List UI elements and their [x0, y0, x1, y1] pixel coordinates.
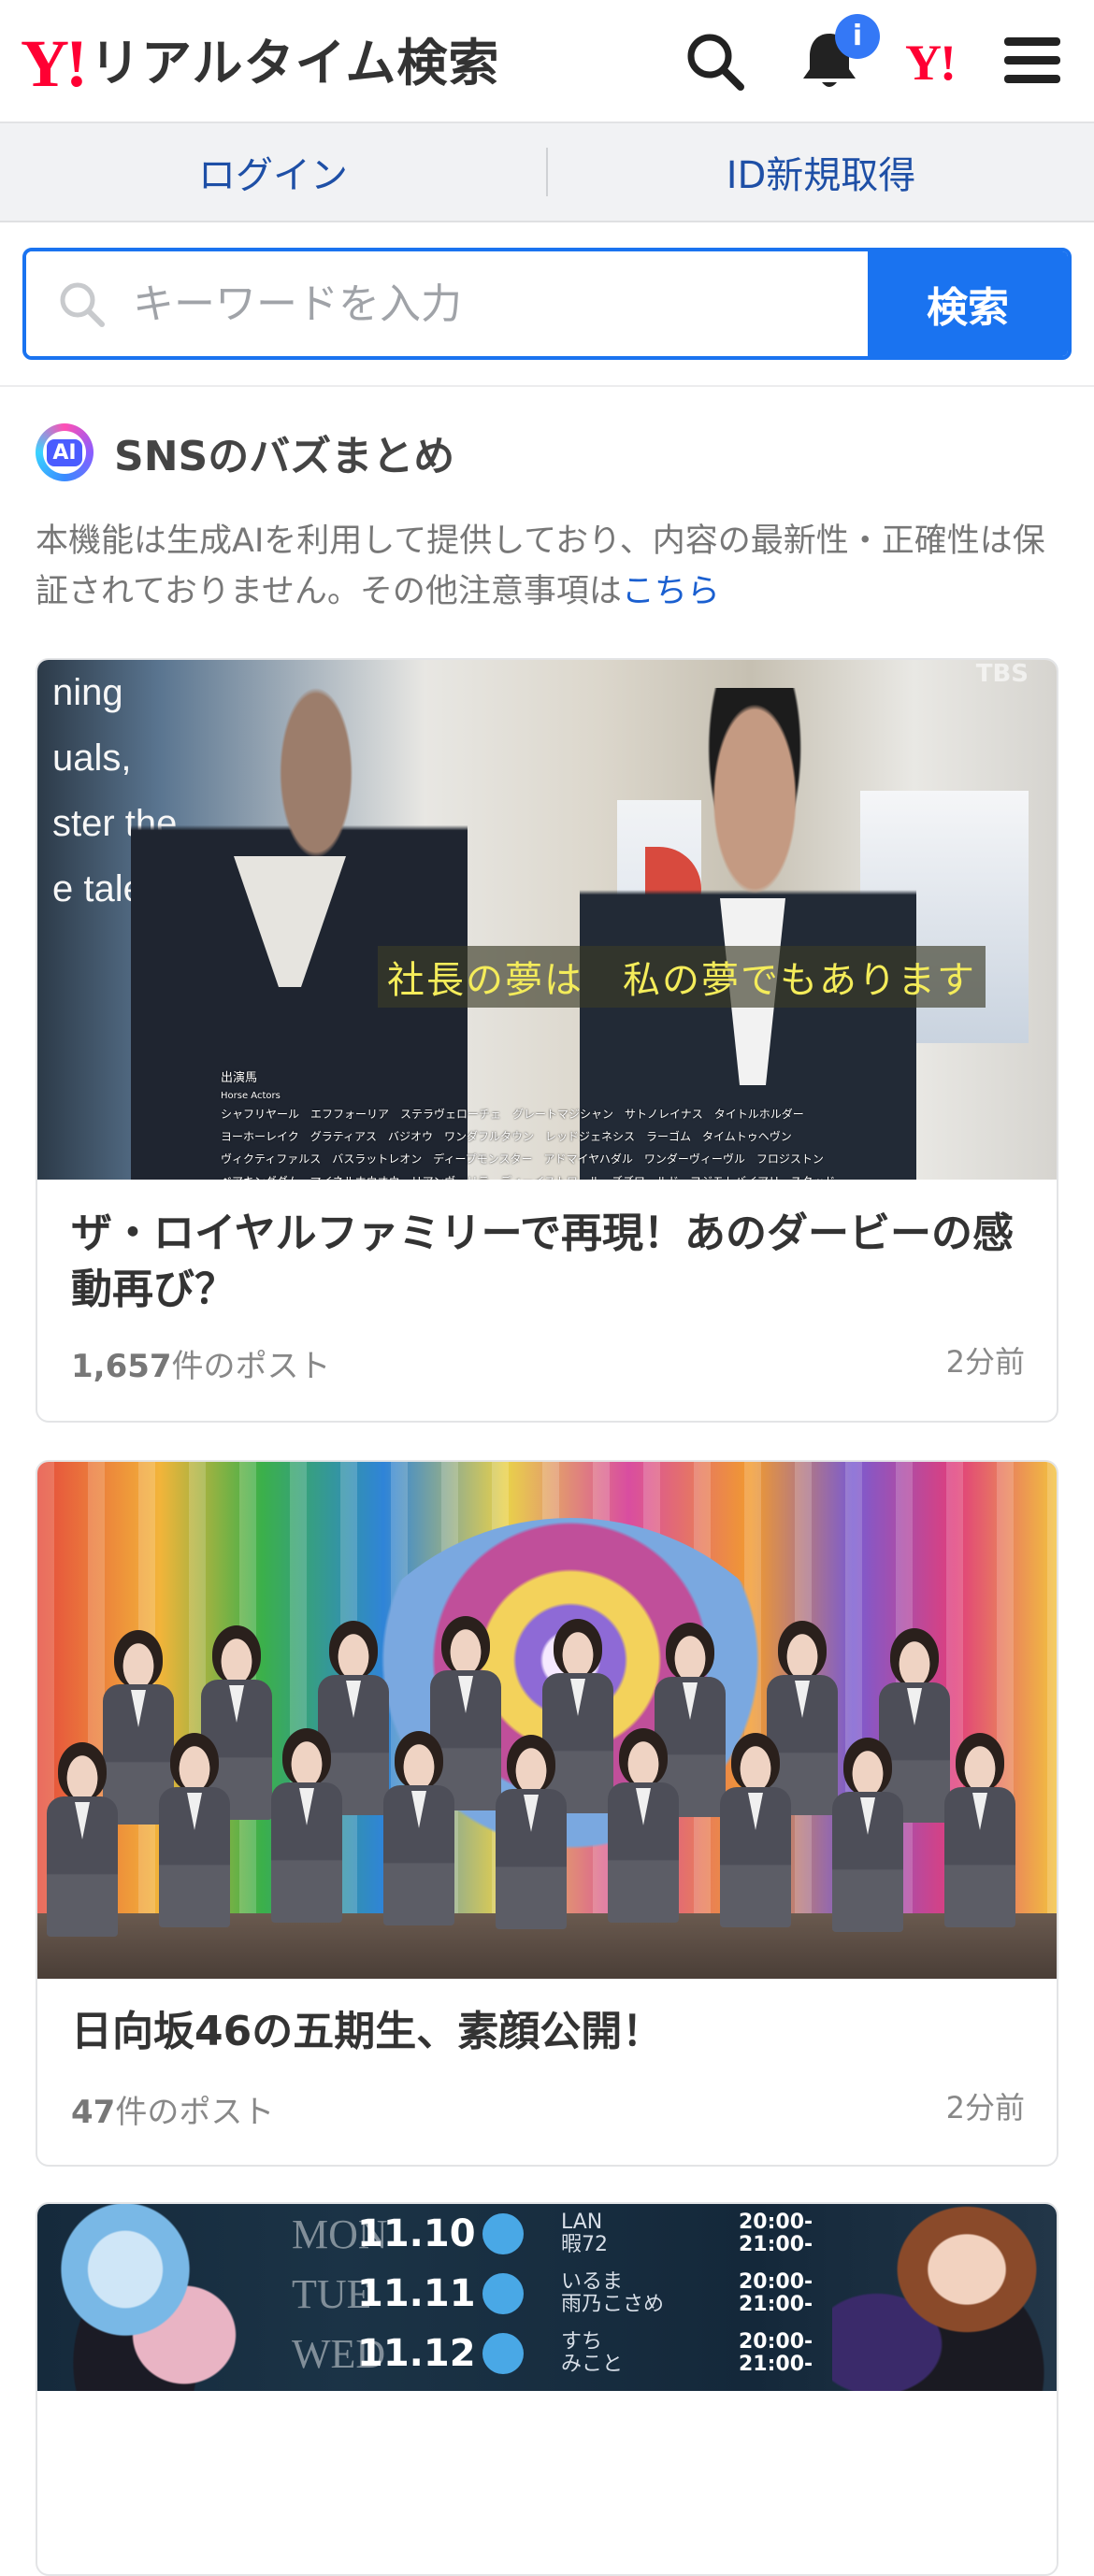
yahoo-top-link[interactable]: Y!	[905, 34, 957, 92]
disclaimer-text: 本機能は生成AIを利用して提供しており、内容の最新性・正確性は保証されておりませ…	[36, 522, 1045, 610]
search-field-icon	[60, 282, 105, 327]
account-bar: ログイン ID新規取得	[0, 123, 1094, 222]
yahoo-logo: Y!	[21, 26, 88, 101]
section-divider	[0, 385, 1094, 387]
search-button[interactable]: 検索	[868, 251, 1068, 356]
buzz-card[interactable]: MON 11.10 LAN 暇72 20:00- 21:00- TUE 11.11 …	[36, 2202, 1058, 2576]
stream-schedule: MON 11.10 LAN 暇72 20:00- 21:00- TUE 11.11 …	[292, 2204, 813, 2383]
ai-badge-label: AI	[47, 438, 82, 466]
post-count: 47件のポスト	[71, 2094, 275, 2131]
card-thumbnail: MON 11.10 LAN 暇72 20:00- 21:00- TUE 11.11 …	[37, 2204, 1057, 2391]
disclaimer-link[interactable]: こちら	[622, 573, 720, 610]
character-illustration	[832, 2204, 1057, 2391]
ai-icon: AI	[36, 423, 94, 481]
timestamp: 2分前	[945, 1344, 1025, 1380]
search-field[interactable]	[26, 251, 868, 356]
card-title: 日向坂46の五期生、素顔公開！	[71, 2008, 664, 2055]
character-illustration	[47, 2204, 243, 2391]
sns-buzz-section-header: AI SNSのバズまとめ	[36, 422, 454, 482]
register-link[interactable]: ID新規取得	[548, 123, 1094, 221]
search-bar: 検索	[22, 248, 1072, 360]
channel-watermark: TBS	[975, 660, 1029, 688]
schedule-row: WED 11.12 すち みこと 20:00- 21:00-	[292, 2330, 813, 2377]
card-thumbnail	[37, 1462, 1057, 1979]
section-title: SNSのバズまとめ	[114, 433, 455, 480]
login-link[interactable]: ログイン	[0, 123, 546, 221]
menu-icon[interactable]	[1000, 28, 1066, 93]
schedule-row: TUE 11.11 いるま 雨乃こさめ 20:00- 21:00-	[292, 2270, 813, 2317]
search-input[interactable]	[131, 279, 808, 329]
schedule-row: MON 11.10 LAN 暇72 20:00- 21:00-	[292, 2211, 813, 2257]
post-count: 1,657件のポスト	[71, 1348, 331, 1385]
search-icon[interactable]	[683, 28, 748, 93]
buzz-card[interactable]: 日向坂46の五期生、素顔公開！ 47件のポスト 2分前	[36, 1460, 1058, 2167]
timestamp: 2分前	[945, 2090, 1025, 2125]
card-thumbnail: ning uals, ster the e talent TBS 社長の夢は 私…	[37, 660, 1057, 1180]
ai-disclaimer: 本機能は生成AIを利用して提供しており、内容の最新性・正確性は保証されておりませ…	[36, 516, 1064, 617]
notification-badge: i	[835, 14, 880, 59]
app-title: リアルタイム検索	[89, 34, 500, 93]
buzz-card[interactable]: ning uals, ster the e talent TBS 社長の夢は 私…	[36, 658, 1058, 1423]
app-header: Y! リアルタイム検索 i Y!	[0, 0, 1094, 123]
card-title: ザ・ロイヤルファミリーで再現！あのダービーの感動再び？	[71, 1209, 1015, 1313]
video-subtitle: 社長の夢は 私の夢でもあります	[378, 946, 986, 1008]
yahoo-realtime-logo[interactable]: Y! リアルタイム検索	[21, 30, 499, 97]
horse-credits: 出演馬 Horse Actors シャフリヤール エフフォーリア ステラヴェロー…	[221, 1071, 835, 1180]
